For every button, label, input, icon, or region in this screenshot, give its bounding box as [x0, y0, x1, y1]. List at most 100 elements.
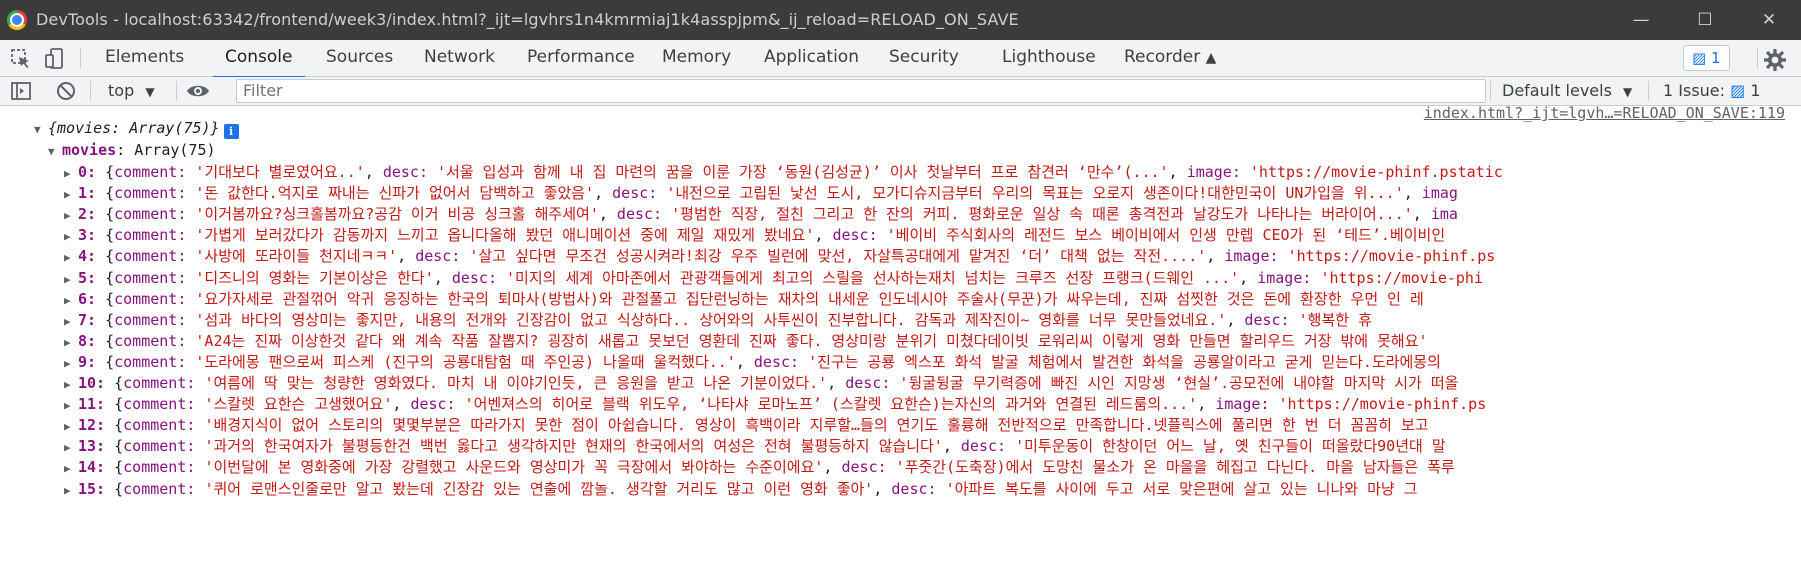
live-expression-eye-icon[interactable] [186, 80, 209, 102]
tab-memory[interactable]: Memory [662, 40, 731, 76]
object-preview: {movies: Array(75)} [48, 119, 220, 137]
image-value: 'https://movie-phi [1320, 268, 1483, 287]
comment-value: '요가자세로 관절꺾어 악귀 응징하는 한국의 퇴마사(방법사)와 관절풀고 집… [195, 289, 1424, 308]
brace: { [96, 331, 115, 350]
brace: { [96, 352, 115, 371]
brace: { [105, 458, 124, 477]
tab-performance[interactable]: Performance [527, 40, 635, 76]
source-location-link[interactable]: index.html?_ijt=lgvh…=RELOAD_ON_SAVE:119 [1424, 106, 1785, 122]
comma: , [823, 458, 842, 477]
comment-value: '이번달에 본 영화중에 가장 강렬했고 사운드와 영상미가 꼭 극장에서 봐야… [204, 458, 824, 477]
flask-icon: ▲ [1205, 50, 1217, 66]
comment-value: '도라에몽 팬으로써 피스케 (진구의 공룡대탐험 때 주인공) 나올때 울컥했… [195, 352, 736, 371]
comment-value: '돈 값한다.억지로 짜내는 신파가 없어서 담백하고 좋았음' [195, 184, 595, 203]
clear-console-icon[interactable] [55, 80, 77, 102]
tab-security[interactable]: Security [889, 40, 959, 76]
close-icon[interactable]: ✕ [1737, 0, 1801, 40]
desc-value: '진구는 공룡 엑스포 화석 발굴 체험에서 발견한 화석을 공룡알이라고 굳게… [808, 352, 1441, 371]
desc-key: desc: [1244, 310, 1290, 329]
desc-value: '행복한 휴 [1298, 310, 1372, 329]
comment-key: comment: [114, 268, 187, 287]
row-index: 5: [78, 268, 97, 287]
desc-value: '살고 싶다면 무조건 성공시켜라!최강 우주 빌런에 맞선, 자살특공대에게 … [469, 247, 1207, 266]
log-levels-dropdown[interactable]: Default levels ▼ [1502, 77, 1632, 105]
comment-key: comment: [123, 395, 196, 414]
dropdown-arrow-icon: ▼ [145, 85, 155, 99]
console-filter-input[interactable] [236, 79, 1486, 103]
issues-badge[interactable]: ▨ 1 [1683, 45, 1730, 71]
comment-key: comment: [114, 184, 187, 203]
context-selector[interactable]: top ▼ [108, 77, 155, 105]
tab-network[interactable]: Network [424, 40, 495, 76]
desc-key: desc: [753, 352, 800, 371]
dropdown-arrow-icon: ▼ [1623, 85, 1633, 99]
show-sidebar-icon[interactable] [10, 80, 32, 102]
device-toolbar-icon[interactable] [44, 48, 66, 70]
tab-lighthouse[interactable]: Lighthouse [1002, 40, 1096, 76]
comment-value: '디즈니의 영화는 기본이상은 한다' [195, 268, 434, 287]
movies-key: movies [62, 141, 117, 159]
comment-key: comment: [123, 374, 196, 392]
collapse-triangle-icon[interactable]: ▼ [34, 118, 48, 142]
comma: , [735, 352, 754, 371]
comment-value: '배경지식이 없어 스토리의 몇몇부분은 따라가지 못한 점이 아쉽습니다. 영… [204, 416, 1429, 435]
row-index: 15: [78, 479, 106, 498]
comment-key: comment: [123, 416, 196, 435]
desc-key: desc: [451, 268, 497, 287]
desc-key: desc: [891, 479, 937, 498]
row-index: 0: [78, 163, 97, 181]
console-object-root[interactable]: ▼ {movies: Array(75)} i [34, 116, 239, 140]
row-index: 12: [78, 416, 106, 435]
minimize-icon[interactable]: — [1609, 0, 1673, 40]
comma: , [433, 268, 452, 287]
row-index: 14: [78, 458, 106, 477]
comma: , [1206, 247, 1225, 266]
info-icon[interactable]: i [223, 124, 239, 139]
image-key: imag [1421, 184, 1458, 203]
issues-counter-button[interactable]: 1 Issue: ▨ 1 [1663, 77, 1761, 105]
row-index: 2: [78, 205, 97, 224]
comment-key: comment: [114, 310, 187, 329]
comment-value: '가볍게 보러갔다가 감동까지 느끼고 옵니다올해 봤던 애니메이션 중에 제일… [195, 226, 815, 245]
comma: , [873, 479, 892, 498]
issues-counter-count: 1 [1750, 81, 1761, 100]
desc-value: '미투운동이 한창이던 어느 날, 옛 친구들이 떠올랐다90년대 말 [1015, 437, 1446, 456]
list-item[interactable]: ▶ 15: {comment: '퀴어 로맨스인줄로만 알고 봤는데 긴장감 있는… [64, 477, 1418, 501]
comma: , [814, 226, 833, 245]
desc-value: '베이비 주식회사의 레전드 보스 베이비에서 인생 만렙 CEO가 된 ‘테드… [886, 226, 1446, 245]
collapse-triangle-icon[interactable]: ▼ [48, 140, 62, 164]
comment-key: comment: [114, 226, 187, 245]
comma: , [598, 205, 617, 224]
comma: , [1226, 310, 1245, 329]
tab-application[interactable]: Application [764, 40, 859, 76]
comment-key: comment: [114, 331, 187, 350]
movies-property[interactable]: ▼ movies: Array(75) [48, 138, 216, 162]
desc-key: desc: [832, 226, 878, 245]
inspect-element-icon[interactable] [10, 48, 32, 70]
row-index: 13: [78, 437, 106, 456]
tab-recorder[interactable]: Recorder ▲ [1124, 40, 1216, 76]
settings-gear-icon[interactable] [1763, 48, 1786, 71]
comment-value: '사방에 또라이들 천지네ㅋㅋ' [195, 247, 398, 266]
tab-sources[interactable]: Sources [326, 40, 393, 76]
comment-value: '기대보다 별로였어요..' [195, 163, 365, 181]
comment-key: comment: [114, 247, 187, 266]
desc-key: desc: [616, 205, 663, 224]
brace: { [96, 310, 115, 329]
maximize-icon[interactable]: ☐ [1673, 0, 1737, 40]
comma: , [942, 437, 961, 456]
tab-elements[interactable]: Elements [105, 40, 184, 76]
expand-triangle-icon[interactable]: ▶ [64, 479, 78, 503]
issues-badge-count: 1 [1710, 49, 1721, 67]
movies-value: Array(75) [134, 141, 216, 159]
tab-console[interactable]: Console [213, 40, 305, 79]
toolbar-divider [1648, 81, 1649, 101]
row-index: 9: [78, 352, 97, 371]
